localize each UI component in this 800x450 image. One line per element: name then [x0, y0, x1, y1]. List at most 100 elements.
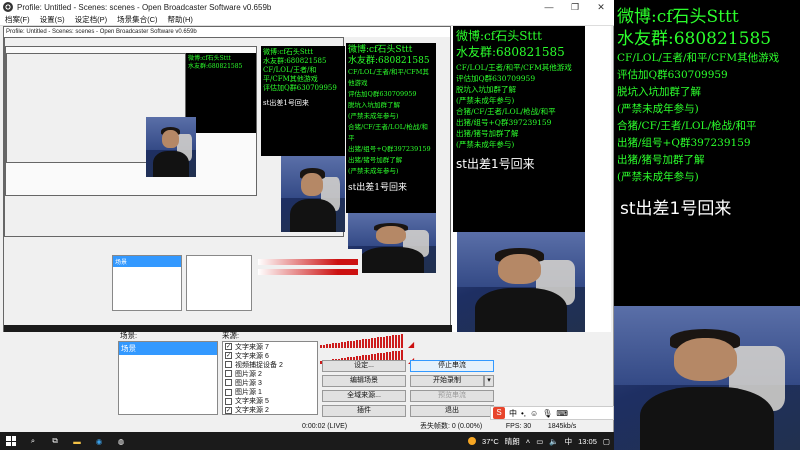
menu-profile[interactable]: 设定档(P) [70, 14, 113, 25]
minimize-button[interactable]: — [536, 0, 562, 14]
stop-stream-button[interactable]: 停止串流 [410, 360, 494, 372]
source-visibility-checkbox[interactable]: ✓ [225, 343, 232, 351]
meter-segment [380, 337, 382, 348]
menu-scene-collection[interactable]: 场景集合(C) [112, 14, 162, 25]
source-visibility-checkbox[interactable] [225, 370, 232, 378]
tray-ime[interactable]: 中 [565, 436, 573, 447]
overlay-minors1: (严禁未成年参与) [617, 103, 699, 115]
menu-help[interactable]: 帮助(H) [163, 14, 198, 25]
speaker-icon[interactable]: ◢ [408, 340, 416, 349]
file-explorer-icon[interactable]: ▬ [66, 432, 88, 450]
nested-camera-2 [281, 156, 345, 232]
nested-scene-item: 场景 [113, 256, 181, 267]
nested-docks: 场景 [112, 249, 362, 331]
exit-button[interactable]: 退出 [410, 405, 494, 417]
dropped-frames: 丢失帧数: 0 (0.00%) [419, 423, 483, 430]
preview-stream-button[interactable]: 预览串流 [410, 390, 494, 402]
meter-segment [344, 341, 346, 348]
global-sources-button[interactable]: 全域来源... [322, 390, 406, 402]
emoji-icon: ☺ [530, 408, 539, 418]
nested1-weibo: 微博:cf石头Sttt [348, 45, 413, 55]
source-visibility-checkbox[interactable]: ✓ [225, 406, 232, 414]
edge-icon[interactable]: ◉ [88, 432, 110, 450]
source-visibility-checkbox[interactable] [225, 379, 232, 387]
nested-text-panel-3: 微博:cf石头Sttt 水友群:680821585 [186, 53, 256, 133]
nested-obs-3: 微博:cf石头Sttt 水友群:680821585 [5, 46, 257, 196]
temperature[interactable]: 37°C [482, 437, 499, 446]
overlay-pit: 脱坑入坑加群了解 [617, 86, 701, 98]
overlay-qq: 评估加Q群630709959 [617, 69, 728, 81]
meter-segment [320, 345, 322, 348]
settings-button[interactable]: 设定... [322, 360, 406, 372]
source-visibility-checkbox[interactable] [225, 361, 232, 369]
task-view-icon[interactable]: ⧉ [44, 432, 66, 450]
ime-mode[interactable]: 中 [509, 408, 517, 419]
ime-toolbar[interactable]: S 中 •, ☺ 🎙 ⌨ [490, 406, 614, 420]
punctuation-icon: •, [521, 408, 527, 418]
source-visibility-checkbox[interactable]: ✓ [225, 352, 232, 360]
obs-icon[interactable]: ◍ [110, 432, 132, 450]
speaker-icon[interactable]: 🔈 [549, 437, 558, 446]
nested1-minors: (严禁未成年参与) [348, 112, 399, 120]
obs-window: Profile: Untitled - Scenes: scenes - Ope… [0, 0, 614, 432]
record-dropdown-button[interactable]: ▾ [484, 375, 494, 387]
scene-item[interactable]: 场景 [119, 342, 217, 355]
nested1-team: 合猪/CF/王者/LOL/枪战/和平 [348, 123, 428, 142]
source-visibility-checkbox[interactable] [225, 397, 232, 405]
nested1-qq: 评估加Q群630709959 [348, 90, 417, 98]
preview-games: CF/LOL/王者/和平/CFM其他游戏 [456, 63, 572, 72]
menu-settings[interactable]: 设置(S) [35, 14, 70, 25]
overlay-away: st出差1号回来 [620, 199, 732, 219]
nested-obs-2: 微博:cf石头Sttt 水友群:680821585 微博:cf石头Sttt 水友… [4, 37, 345, 237]
meter-segment [335, 343, 337, 348]
clock[interactable]: 13:05 [578, 437, 597, 446]
window-title: Profile: Untitled - Scenes: scenes - Ope… [17, 2, 272, 12]
nested1-group: 水友群:680821585 [348, 56, 430, 66]
stream-preview[interactable]: Profile: Untitled - Scenes: scenes - Ope… [3, 26, 611, 332]
source-visibility-checkbox[interactable] [225, 388, 232, 396]
title-bar: Profile: Untitled - Scenes: scenes - Ope… [0, 0, 614, 14]
sogou-icon: S [493, 407, 505, 419]
overlay-teamqq: 出猪/组号+Q群397239159 [617, 137, 751, 149]
preview-teamqq: 出猪/组号+Q群397239159 [456, 118, 552, 127]
nested-title: Profile: Untitled - Scenes: scenes - Ope… [4, 27, 450, 37]
mic-icon: 🎙 [542, 408, 553, 418]
maximize-button[interactable]: ❐ [562, 0, 588, 14]
nested2-weibo: 微博:cf石头Sttt [263, 48, 314, 56]
chevron-up-icon[interactable]: ˄ [526, 437, 530, 446]
nested1-pig: 出猪/猪号加群了解 [348, 156, 403, 164]
nested-group: 水友群:680821585 [188, 63, 243, 70]
desktop-audio-meter[interactable]: ◢ [320, 334, 416, 349]
notification-icon[interactable]: ▢ [603, 437, 610, 446]
scene-list[interactable]: 场景 [118, 341, 218, 415]
start-record-button[interactable]: 开始录制 [410, 375, 484, 387]
bitrate: 1845kb/s [547, 423, 577, 430]
preview-pig: 出猪/猪号加群了解 [456, 129, 519, 138]
menu-file[interactable]: 档案(F) [0, 14, 35, 25]
nested-text-panel-1: 微博:cf石头Sttt 水友群:680821585 CF/LOL/王者/和平/C… [346, 43, 436, 213]
weather-icon[interactable] [468, 437, 477, 445]
taskbar: ⌕ ⧉ ▬ ◉ ◍ 37°C 晴朗 ˄ ▭ 🔈 中 13:05 ▢ [0, 432, 614, 450]
nested2-games: CF/LOL/王者/和平/CFM其他游戏 [263, 66, 318, 83]
meter-segment [389, 335, 391, 348]
plugins-button[interactable]: 插件 [322, 405, 406, 417]
edit-scene-button[interactable]: 编辑场景 [322, 375, 406, 387]
windows-logo-icon[interactable] [0, 432, 22, 450]
nested-weibo: 微博:cf石头Sttt [188, 55, 231, 62]
preview-pit: 脱坑入坑加群了解 [456, 85, 516, 94]
close-button[interactable]: ✕ [588, 0, 614, 14]
meter-segment [377, 337, 379, 348]
search-icon[interactable]: ⌕ [22, 432, 44, 450]
source-list[interactable]: ✓ 文字来源 7 ✓ 文字来源 6 视频捕捉设备 2 图片源 2 图片源 3 图片源 1 文字来… [222, 341, 318, 415]
preview-minors1: (严禁未成年参与) [456, 96, 515, 105]
preview-team: 合猪/CF/王者/LOL/枪战/和平 [456, 107, 556, 116]
weather-text[interactable]: 晴朗 [505, 436, 520, 447]
meter-segment [332, 343, 334, 348]
meter-segment [347, 341, 349, 348]
nested2-group: 水友群:680821585 [263, 57, 327, 65]
network-icon[interactable]: ▭ [536, 437, 543, 446]
overlay-team: 合猪/CF/王者/LOL/枪战/和平 [617, 120, 757, 132]
meter-segment [350, 341, 352, 348]
nested1-pit: 脱坑入坑加群了解 [348, 101, 400, 109]
preview-weibo: 微博:cf石头Sttt [456, 29, 542, 43]
